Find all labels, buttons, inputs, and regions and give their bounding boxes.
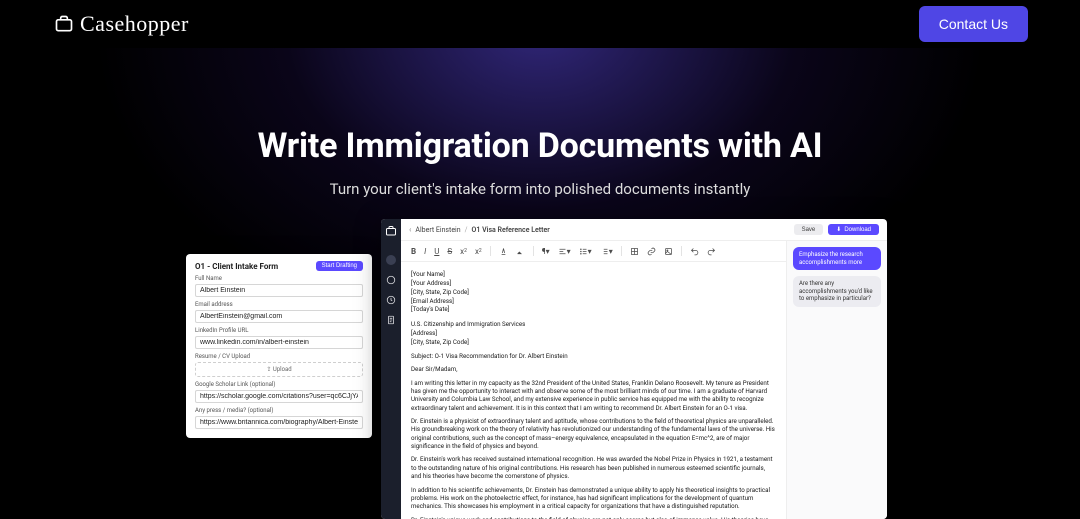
undo-button[interactable] xyxy=(690,247,699,256)
breadcrumb-doc: O1 Visa Reference Letter xyxy=(472,226,550,234)
app-icon xyxy=(385,225,397,237)
linkedin-field[interactable] xyxy=(195,336,363,349)
label-linkedin: LinkedIn Profile URL xyxy=(195,327,363,334)
italic-button[interactable]: I xyxy=(424,247,426,256)
editor-toolbar: B I U S x2 x2 ¶▾ ▾ ▾ xyxy=(401,241,786,262)
doc-paragraph: In addition to his scientific achievemen… xyxy=(411,486,776,511)
email-field[interactable] xyxy=(195,310,363,323)
home-icon[interactable] xyxy=(386,275,396,285)
scholar-field[interactable] xyxy=(195,390,363,403)
superscript-button[interactable]: x2 xyxy=(460,247,467,256)
intake-title: O1 - Client Intake Form xyxy=(195,262,278,271)
doc-salutation: Dear Sir/Madam, xyxy=(411,365,776,373)
redo-button[interactable] xyxy=(707,247,716,256)
brand-logo: Casehopper xyxy=(54,11,189,37)
chat-user-message: Emphasize the research accomplishments m… xyxy=(793,247,881,270)
doc-line: [Your Name] xyxy=(411,270,776,278)
label-press: Any press / media? (optional) xyxy=(195,407,363,414)
press-field[interactable] xyxy=(195,416,363,429)
doc-line: [Your Address] xyxy=(411,279,776,287)
underline-button[interactable]: U xyxy=(434,247,439,256)
doc-line: [City, State, Zip Code] xyxy=(411,288,776,296)
bold-button[interactable]: B xyxy=(411,247,416,256)
text-color-button[interactable] xyxy=(499,247,508,256)
highlight-button[interactable] xyxy=(516,247,525,256)
strike-button[interactable]: S xyxy=(447,247,452,256)
clock-icon[interactable] xyxy=(386,295,396,305)
doc-paragraph: Dr. Einstein is a physicist of extraordi… xyxy=(411,417,776,450)
number-list-button[interactable]: ▾ xyxy=(600,247,613,256)
subscript-button[interactable]: x2 xyxy=(475,247,482,256)
download-label: Download xyxy=(844,227,871,233)
editor-window: ‹ Albert Einstein / O1 Visa Reference Le… xyxy=(381,219,887,519)
document-icon[interactable] xyxy=(386,315,396,325)
brand-name: Casehopper xyxy=(80,11,189,37)
doc-paragraph: I am writing this letter in my capacity … xyxy=(411,379,776,412)
download-icon: ⬇ xyxy=(836,226,841,233)
link-button[interactable] xyxy=(647,247,656,256)
label-resume: Resume / CV Upload xyxy=(195,353,363,360)
doc-line: [Today's Date] xyxy=(411,305,776,313)
chat-ai-message: Are there any accomplishments you'd like… xyxy=(793,276,881,307)
doc-line: [Address] xyxy=(411,329,776,337)
doc-line: U.S. Citizenship and Immigration Service… xyxy=(411,320,776,328)
start-drafting-button[interactable]: Start Drafting xyxy=(316,261,363,271)
download-button[interactable]: ⬇ Download xyxy=(828,224,879,235)
label-email: Email address xyxy=(195,301,363,308)
label-fullname: Full Name xyxy=(195,275,363,282)
doc-paragraph: Dr. Einstein's work has received sustain… xyxy=(411,455,776,480)
doc-subject: Subject: O-1 Visa Recommendation for Dr.… xyxy=(411,352,776,360)
editor-rail xyxy=(381,219,401,519)
fullname-field[interactable] xyxy=(195,284,363,297)
bullet-list-button[interactable]: ▾ xyxy=(579,247,592,256)
doc-line: [Email Address] xyxy=(411,297,776,305)
page-subtitle: Turn your client's intake form into poli… xyxy=(0,180,1080,198)
page-title: Write Immigration Documents with AI xyxy=(0,126,1080,166)
contact-button[interactable]: Contact Us xyxy=(919,6,1028,42)
resume-upload[interactable]: ⇪ Upload xyxy=(195,362,363,377)
image-button[interactable] xyxy=(664,247,673,256)
back-icon[interactable]: ‹ xyxy=(409,225,411,234)
demo-stage: O1 - Client Intake Form Start Drafting F… xyxy=(0,219,1080,519)
document-body[interactable]: [Your Name] [Your Address] [City, State,… xyxy=(401,262,786,519)
save-button[interactable]: Save xyxy=(794,224,824,235)
align-button[interactable]: ▾ xyxy=(558,247,571,256)
doc-line: [City, State, Zip Code] xyxy=(411,338,776,346)
intake-form: O1 - Client Intake Form Start Drafting F… xyxy=(186,254,372,438)
paragraph-button[interactable]: ¶▾ xyxy=(542,247,550,256)
avatar[interactable] xyxy=(386,255,396,265)
briefcase-icon xyxy=(54,14,74,34)
topbar: Casehopper Contact Us xyxy=(0,0,1080,48)
editor-header: ‹ Albert Einstein / O1 Visa Reference Le… xyxy=(401,219,887,241)
hero: Write Immigration Documents with AI Turn… xyxy=(0,48,1080,519)
breadcrumb: ‹ Albert Einstein / O1 Visa Reference Le… xyxy=(409,225,550,234)
table-button[interactable] xyxy=(630,247,639,256)
breadcrumb-client[interactable]: Albert Einstein xyxy=(415,226,460,234)
label-scholar: Google Scholar Link (optional) xyxy=(195,381,363,388)
doc-paragraph: Dr. Einstein's unique work and contribut… xyxy=(411,516,776,519)
chat-panel: Emphasize the research accomplishments m… xyxy=(787,241,887,519)
